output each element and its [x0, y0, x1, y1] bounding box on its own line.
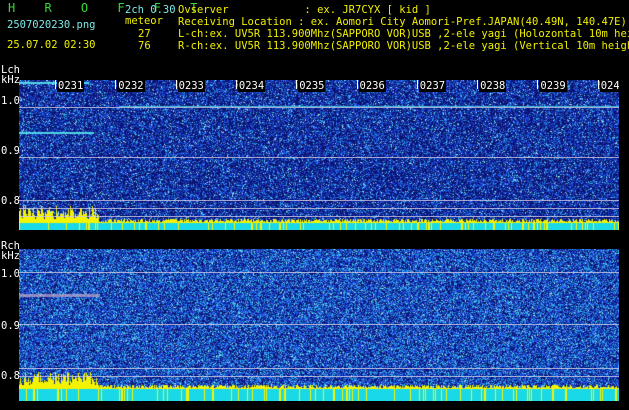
- lch-ytick-1: 1.0: [1, 95, 20, 107]
- rch-right-axis: [622, 249, 629, 401]
- lch-ytick-2: 0.9: [1, 145, 20, 157]
- time-tick-label: 0239: [539, 80, 567, 92]
- time-tick-label: 0232: [117, 80, 145, 92]
- time-tick-label: 0235: [298, 80, 326, 92]
- filename-label: 2507020230.png: [7, 19, 96, 31]
- time-tick-mark: [356, 80, 358, 89]
- lch-gridline-5: [19, 216, 619, 217]
- lch-right-axis: [622, 80, 629, 230]
- time-tick-label: 0238: [479, 80, 507, 92]
- rch-gridline-3: [19, 368, 619, 369]
- time-tick-label: 0233: [177, 80, 205, 92]
- observer-line: Ovserver : ex. JR7CYX [ kid ]: [178, 4, 431, 16]
- rch-unit-label: kHz: [1, 250, 20, 262]
- time-tick-label: 0231: [57, 80, 85, 92]
- rch-ytick-2: 0.9: [1, 320, 20, 332]
- time-tick-label: 0234: [237, 80, 266, 92]
- meteor-label: meteor: [125, 15, 163, 27]
- lch-spectrogram: 0231 0232 0233 0234 0235 0236 0237 0238 0239 0240: [19, 80, 619, 230]
- lch-gridline-4: [19, 208, 619, 209]
- location-line: Receiving Location : ex. Aomori City Aom…: [178, 16, 627, 28]
- time-tick-mark: [235, 80, 237, 89]
- rch-gridline-4: [19, 376, 619, 377]
- meteor-count-lch: 27: [138, 28, 151, 40]
- time-tick-mark: [175, 80, 177, 89]
- time-tick-mark: [416, 80, 418, 89]
- rch-description: R-ch:ex. UV5R 113.900Mhz(SAPPORO VOR)USB…: [178, 40, 629, 52]
- lch-ytick-3: 0.8: [1, 195, 20, 207]
- time-tick-mark: [537, 80, 539, 89]
- time-tick-label: 0240: [599, 80, 619, 92]
- time-tick-mark: [296, 80, 298, 89]
- rch-spectrogram: [19, 249, 619, 401]
- time-tick-mark: [597, 80, 599, 89]
- lch-description: L-ch:ex. UV5R 113.900Mhz(SAPPORO VOR)USB…: [178, 28, 629, 40]
- lch-gridline-1: [19, 107, 619, 108]
- time-tick-mark: [477, 80, 479, 89]
- rch-gridline-1: [19, 272, 619, 273]
- lch-gridline-2: [19, 157, 619, 158]
- time-tick-label: 0236: [358, 80, 386, 92]
- lch-unit-label: kHz: [1, 74, 20, 86]
- rch-ytick-1: 1.0: [1, 268, 20, 280]
- rch-ytick-3: 0.8: [1, 370, 20, 382]
- time-tick-label: 0237: [418, 80, 447, 92]
- lch-gridline-3: [19, 200, 619, 201]
- time-tick-mark: [115, 80, 117, 89]
- time-tick-mark: [55, 80, 56, 89]
- rch-gridline-2: [19, 324, 619, 325]
- datetime-label: 25.07.02 02:30: [7, 39, 96, 51]
- meteor-count-rch: 76: [138, 40, 151, 52]
